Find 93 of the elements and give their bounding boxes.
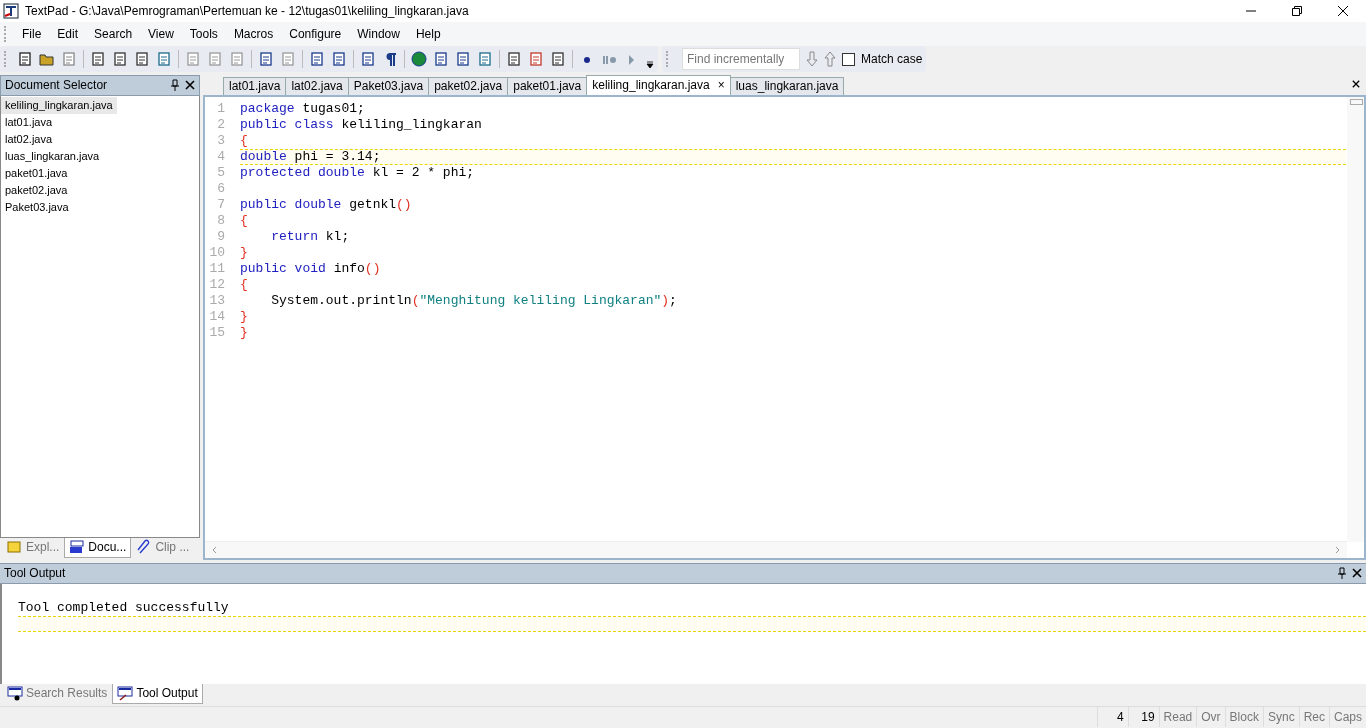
line-number: 14 <box>208 309 225 325</box>
line-number: 3 <box>216 133 225 149</box>
close-icon[interactable] <box>1352 568 1362 579</box>
code-line: } <box>240 309 248 325</box>
menu-item[interactable]: Tools <box>181 26 226 41</box>
document-item[interactable]: paket02.java <box>1 181 72 199</box>
scroll-right-icon[interactable] <box>1333 545 1341 554</box>
menu-item[interactable]: Macros <box>225 26 282 41</box>
tab-icon <box>117 685 134 702</box>
status-indicator: Block <box>1224 707 1263 728</box>
line-position: 4 <box>1096 707 1128 728</box>
panel-tab[interactable]: Docu... <box>64 537 132 558</box>
document-item[interactable]: Paket03.java <box>1 198 73 216</box>
match-case-label[interactable]: Match case <box>861 52 923 67</box>
status-indicator: Read <box>1158 707 1197 728</box>
editor-tab[interactable]: Paket03.java <box>347 76 430 95</box>
panel-tab[interactable]: Tool Output <box>112 683 203 704</box>
vertical-scrollbar[interactable] <box>1347 96 1364 542</box>
restore-icon[interactable] <box>1292 6 1302 17</box>
document-item[interactable]: luas_lingkaran.java <box>1 147 104 165</box>
editor-tab[interactable]: keliling_lingkaran.java × <box>586 74 731 95</box>
document-item[interactable]: paket01.java <box>1 164 72 182</box>
document-item[interactable]: lat02.java <box>1 130 57 148</box>
code-line: public class keliling_lingkaran <box>240 117 482 133</box>
code-line: { <box>240 133 248 149</box>
menu-item[interactable]: File <box>14 26 50 41</box>
line-number: 2 <box>216 117 225 133</box>
line-number: 1 <box>216 101 225 117</box>
code-line: System.out.println("Menghitung keliling Lingkaran"); <box>270 293 677 309</box>
new-file-icon[interactable] <box>17 51 33 68</box>
status-indicator: Rec <box>1298 707 1329 728</box>
code-line: double phi = 3.14; <box>240 149 381 165</box>
status-indicator: Sync <box>1262 707 1299 728</box>
menu-item[interactable]: View <box>140 26 182 41</box>
close-icon[interactable] <box>1338 6 1348 17</box>
line-number: 9 <box>216 229 225 245</box>
menu-item[interactable]: Window <box>349 26 408 41</box>
horizontal-scrollbar[interactable] <box>205 540 1347 558</box>
line-number: 6 <box>216 181 225 197</box>
line-number: 12 <box>208 277 225 293</box>
menu-item[interactable]: Help <box>407 26 449 41</box>
line-number: 11 <box>208 261 225 277</box>
panel-tab[interactable]: Expl... <box>3 537 64 557</box>
scroll-left-icon[interactable] <box>211 545 219 554</box>
line-number: 13 <box>208 293 225 309</box>
tab-icon <box>69 539 86 556</box>
menu-item[interactable]: Search <box>86 26 141 41</box>
code-line: public double getnkl() <box>240 197 412 213</box>
close-icon[interactable] <box>185 80 195 91</box>
panel-title: Document Selector <box>5 78 108 93</box>
code-line: package tugas01; <box>240 101 365 117</box>
editor-tab[interactable]: lat01.java <box>223 76 287 95</box>
line-number: 8 <box>216 213 225 229</box>
panel-title: Tool Output <box>4 566 66 581</box>
app-icon <box>3 3 19 20</box>
line-number: 15 <box>208 325 225 341</box>
document-item[interactable]: keliling_lingkaran.java <box>1 96 117 114</box>
line-number: 5 <box>216 165 225 181</box>
pin-icon[interactable] <box>1338 567 1346 580</box>
status-indicator: Ovr <box>1196 707 1225 728</box>
window-title: TextPad - G:\Java\Pemrograman\Pertemuan ke - 12\tugas01\keliling_lingkaran.java <box>25 4 469 19</box>
code-line: } <box>240 325 248 341</box>
tab-icon <box>7 539 23 556</box>
code-line: return kl; <box>270 229 350 245</box>
code-line: public void info() <box>240 261 381 277</box>
close-icon[interactable] <box>1352 79 1360 88</box>
panel-tab[interactable]: Clip ... <box>132 537 194 557</box>
panel-tab[interactable]: Search Results <box>3 683 112 703</box>
open-folder-icon[interactable] <box>39 51 55 68</box>
overflow-icon[interactable] <box>646 61 654 70</box>
match-case-checkbox[interactable] <box>842 52 855 66</box>
code-line: { <box>240 277 248 293</box>
editor-tab[interactable]: paket02.java <box>428 76 509 95</box>
column-position: 19 <box>1127 707 1159 728</box>
code-line: { <box>240 213 248 229</box>
line-number: 10 <box>208 245 225 261</box>
code-line: } <box>240 245 248 261</box>
line-number: 4 <box>216 149 225 165</box>
menu-item[interactable]: Configure <box>281 26 350 41</box>
code-line: protected double kl = 2 * phi; <box>240 165 475 181</box>
globe-icon[interactable] <box>411 51 427 68</box>
find-field[interactable]: Find incrementally <box>682 48 800 71</box>
menu-item[interactable]: Edit <box>49 26 87 41</box>
status-indicator: Caps <box>1329 707 1366 728</box>
tab-icon <box>7 685 23 702</box>
editor-tab[interactable]: lat02.java <box>285 76 349 95</box>
pin-icon[interactable] <box>171 79 179 92</box>
output-line: Tool completed successfully <box>18 599 229 615</box>
line-number: 7 <box>216 197 225 213</box>
document-item[interactable]: lat01.java <box>1 113 57 131</box>
editor-tab[interactable]: luas_lingkaran.java <box>729 76 845 95</box>
document-icon[interactable] <box>90 51 106 68</box>
editor-tab[interactable]: paket01.java <box>507 76 588 95</box>
